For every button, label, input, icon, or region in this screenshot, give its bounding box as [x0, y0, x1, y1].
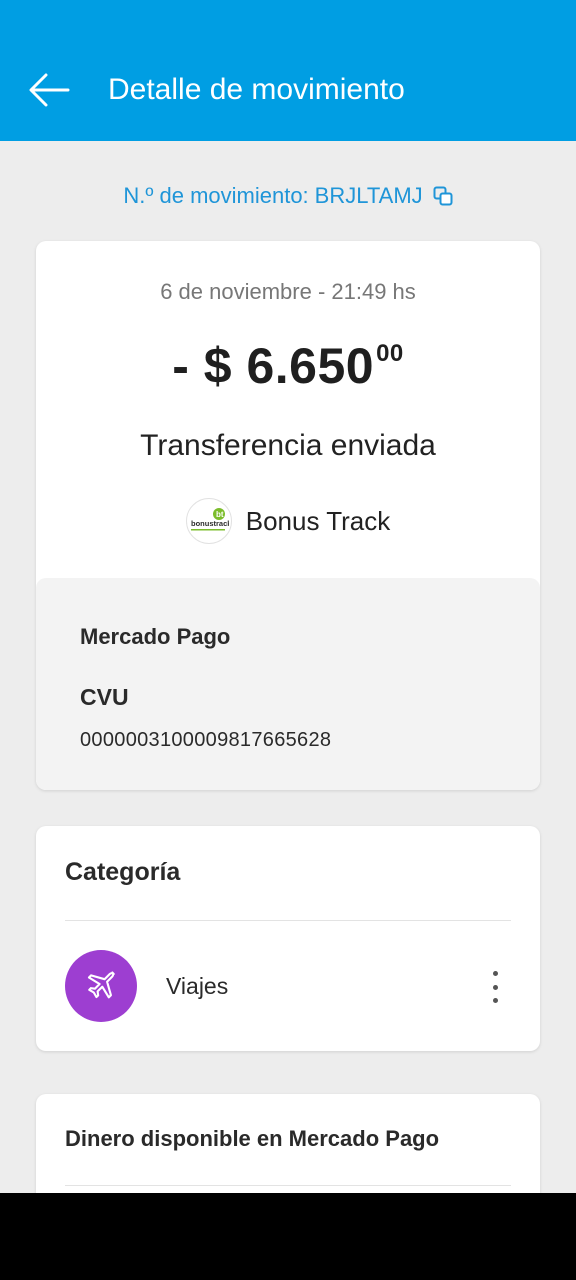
category-icon	[65, 950, 137, 1022]
dot	[492, 971, 498, 976]
movement-amount: - $ 6.65000	[36, 337, 540, 395]
movement-detail-card: 6 de noviembre - 21:49 hs - $ 6.65000 Tr…	[36, 241, 540, 790]
destination-bank: Mercado Pago	[80, 624, 231, 649]
merchant: bt bonustrack Bonus Track	[36, 497, 540, 545]
merchant-name: Bonus Track	[245, 505, 391, 536]
page-title: Detalle de movimiento	[108, 73, 405, 106]
back-button[interactable]	[22, 66, 76, 114]
movement-number: N.º de movimiento: BRJLTAMJ	[0, 176, 576, 216]
movement-date: 6 de noviembre - 21:49 hs	[160, 279, 416, 304]
category-name: Viajes	[166, 973, 229, 999]
money-title: Dinero disponible en Mercado Pago	[65, 1126, 440, 1151]
more-options-button[interactable]	[490, 971, 500, 1003]
amount-main: - $ 6.650	[172, 338, 375, 394]
copy-movement-button[interactable]	[433, 186, 453, 206]
system-navigation-bar	[0, 1193, 576, 1280]
cvu-value: 0000003100009817665628	[80, 729, 332, 751]
amount-cents: 00	[376, 340, 404, 367]
copy-icon	[433, 186, 453, 206]
movement-number-value: BRJLTAMJ	[314, 183, 423, 208]
merchant-logo: bt bonustrack	[185, 498, 232, 544]
svg-text:bonustrack: bonustrack	[191, 519, 229, 528]
divider	[65, 920, 511, 921]
divider	[65, 1185, 511, 1186]
category-card: Categoría Viajes	[36, 826, 540, 1051]
dot	[492, 998, 498, 1003]
app-header: Detalle de movimiento	[0, 0, 576, 141]
category-title: Categoría	[65, 858, 181, 886]
dot	[492, 984, 498, 990]
destination-account: Mercado Pago CVU 0000003100009817665628	[36, 578, 540, 790]
movement-number-label: N.º de movimiento:	[123, 183, 309, 208]
airplane-icon	[87, 971, 115, 999]
svg-text:bt: bt	[216, 510, 224, 519]
movement-type: Transferencia enviada	[140, 429, 436, 462]
cvu-label: CVU	[80, 684, 129, 710]
arrow-left-icon	[29, 73, 70, 107]
